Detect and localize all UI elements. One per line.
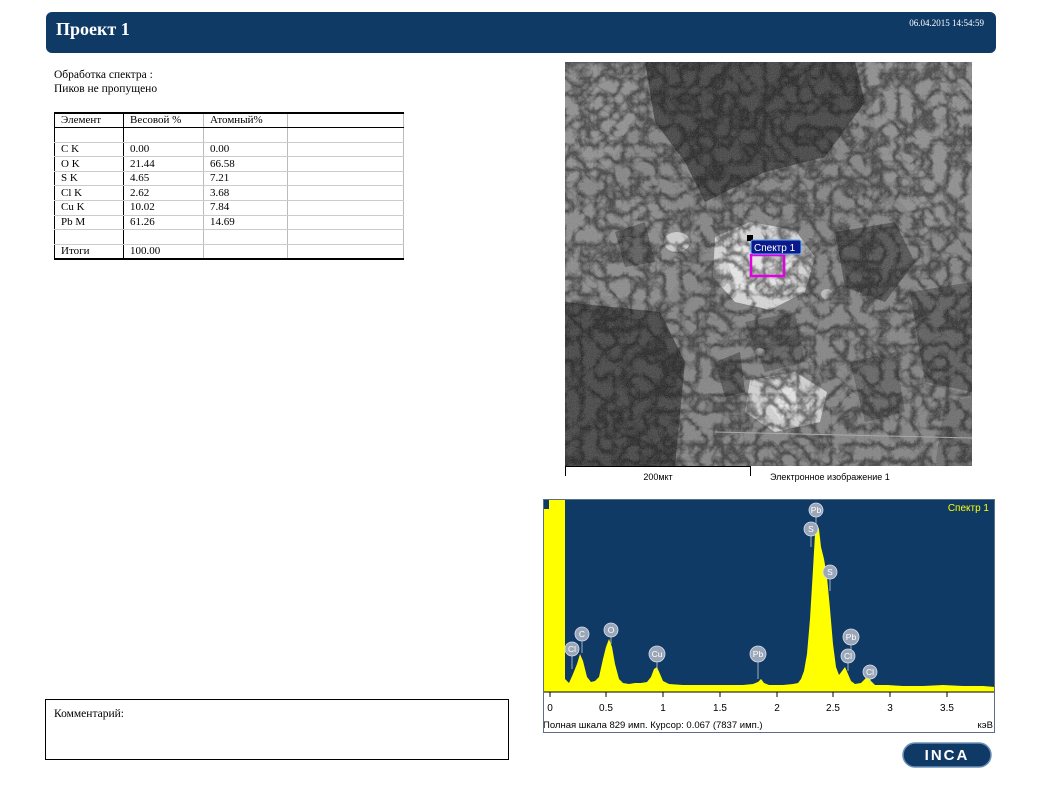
table-row bbox=[54, 127, 404, 143]
table-cell: 0.00 bbox=[203, 142, 288, 158]
report-header: Проект 1 06.04.2015 14:54:59 bbox=[46, 12, 996, 53]
table-cell bbox=[123, 127, 204, 143]
processing-info: Обработка спектра : Пиков не пропущено bbox=[54, 68, 157, 96]
spectrum-title: Спектр 1 bbox=[948, 503, 990, 514]
table-cell: 3.68 bbox=[203, 185, 288, 202]
table-cell: 7.84 bbox=[203, 200, 288, 216]
table-cell: Cl K bbox=[54, 185, 124, 202]
table-row: Cl K 2.62 3.68 bbox=[54, 185, 404, 202]
table-cell: 66.58 bbox=[203, 156, 288, 172]
table-cell bbox=[287, 185, 404, 202]
spectrum-marker-label: Спектр 1 bbox=[754, 243, 796, 254]
x-tick-label: 1.5 bbox=[713, 703, 727, 714]
table-cell bbox=[287, 142, 404, 158]
results-table: Элемент Весовой % Атомный% C K 0.00 0.00… bbox=[54, 112, 404, 260]
energy-unit: кэВ bbox=[978, 720, 993, 731]
svg-text:Pb: Pb bbox=[846, 632, 857, 642]
header-element: Элемент bbox=[54, 113, 124, 129]
table-cell: 4.65 bbox=[123, 171, 204, 187]
table-cell: 21.44 bbox=[123, 156, 204, 172]
svg-text:Cu: Cu bbox=[652, 649, 663, 659]
table-cell bbox=[287, 200, 404, 216]
electron-image-graphic: Спектр 1 bbox=[565, 62, 972, 466]
svg-text:S: S bbox=[827, 567, 833, 577]
svg-text:Pb: Pb bbox=[811, 505, 822, 515]
svg-text:O: O bbox=[608, 625, 615, 635]
table-row: Pb M 61.26 14.69 bbox=[54, 215, 404, 231]
comment-label: Комментарий: bbox=[54, 708, 124, 720]
header-atomic: Атомный% bbox=[203, 113, 288, 129]
table-cell: O K bbox=[54, 156, 124, 172]
table-row: S K 4.65 7.21 bbox=[54, 171, 404, 187]
table-cell: 100.00 bbox=[123, 244, 204, 260]
table-cell bbox=[203, 229, 288, 245]
svg-text:Cl: Cl bbox=[866, 667, 874, 677]
table-row bbox=[54, 229, 404, 245]
table-row: C K 0.00 0.00 bbox=[54, 142, 404, 158]
table-cell: 10.02 bbox=[123, 200, 204, 216]
project-title: Проект 1 bbox=[56, 19, 130, 39]
scale-label: 200мкт bbox=[643, 472, 673, 482]
table-cell bbox=[287, 215, 404, 231]
table-header-row: Элемент Весовой % Атомный% bbox=[54, 113, 404, 129]
x-tick-label: 3.5 bbox=[940, 703, 954, 714]
table-row-total: Итоги 100.00 bbox=[54, 244, 404, 260]
spectrum-graphic: Спектр 1 Pb S S C O Cl Cu Pb Pb Cl Cl 0 … bbox=[543, 499, 995, 733]
timestamp: 06.04.2015 14:54:59 bbox=[909, 18, 984, 28]
x-tick-label: 3 bbox=[887, 703, 893, 714]
table-cell bbox=[123, 229, 204, 245]
processing-line-2: Пиков не пропущено bbox=[54, 83, 158, 95]
table-cell: 14.69 bbox=[203, 215, 288, 231]
x-tick-label: 2 bbox=[774, 703, 780, 714]
spectrum-panel: Спектр 1 Pb S S C O Cl Cu Pb Pb Cl Cl 0 … bbox=[543, 499, 995, 733]
table-cell: S K bbox=[54, 171, 124, 187]
inca-logo: INCA bbox=[902, 742, 992, 768]
table-cell: C K bbox=[54, 142, 124, 158]
electron-image: Спектр 1 bbox=[565, 62, 972, 466]
table-cell bbox=[287, 127, 404, 143]
table-cell bbox=[287, 229, 404, 245]
x-tick-label: 0.5 bbox=[599, 703, 613, 714]
table-cell: 0.00 bbox=[123, 142, 204, 158]
logo-text: INCA bbox=[925, 747, 970, 764]
spectrum-status: Полная шкала 829 имп. Курсор: 0.067 (783… bbox=[543, 720, 763, 731]
svg-text:Cl: Cl bbox=[568, 644, 576, 654]
table-row: Cu K 10.02 7.84 bbox=[54, 200, 404, 216]
table-row: O K 21.44 66.58 bbox=[54, 156, 404, 172]
table-cell: 61.26 bbox=[123, 215, 204, 231]
table-cell bbox=[287, 244, 404, 260]
processing-line-1: Обработка спектра : bbox=[54, 69, 153, 81]
x-tick-label: 0 bbox=[547, 703, 553, 714]
svg-text:C: C bbox=[579, 629, 585, 639]
header-weight: Весовой % bbox=[123, 113, 204, 129]
svg-text:Cl: Cl bbox=[844, 651, 852, 661]
table-cell bbox=[287, 171, 404, 187]
table-cell: Pb M bbox=[54, 215, 124, 231]
header-extra bbox=[287, 113, 404, 129]
table-cell: Итоги bbox=[54, 244, 124, 260]
table-cell: Cu K bbox=[54, 200, 124, 216]
table-cell bbox=[203, 127, 288, 143]
table-cell: 7.21 bbox=[203, 171, 288, 187]
table-cell bbox=[203, 244, 288, 260]
comment-box[interactable]: Комментарий: bbox=[45, 699, 509, 760]
svg-text:Pb: Pb bbox=[753, 649, 764, 659]
svg-text:S: S bbox=[808, 524, 814, 534]
image-caption: Электронное изображение 1 bbox=[770, 472, 890, 482]
x-tick-label: 1 bbox=[660, 703, 666, 714]
x-tick-label: 2.5 bbox=[826, 703, 840, 714]
table-cell bbox=[54, 229, 124, 245]
table-cell bbox=[287, 156, 404, 172]
table-cell: 2.62 bbox=[123, 185, 204, 202]
table-cell bbox=[54, 127, 124, 143]
